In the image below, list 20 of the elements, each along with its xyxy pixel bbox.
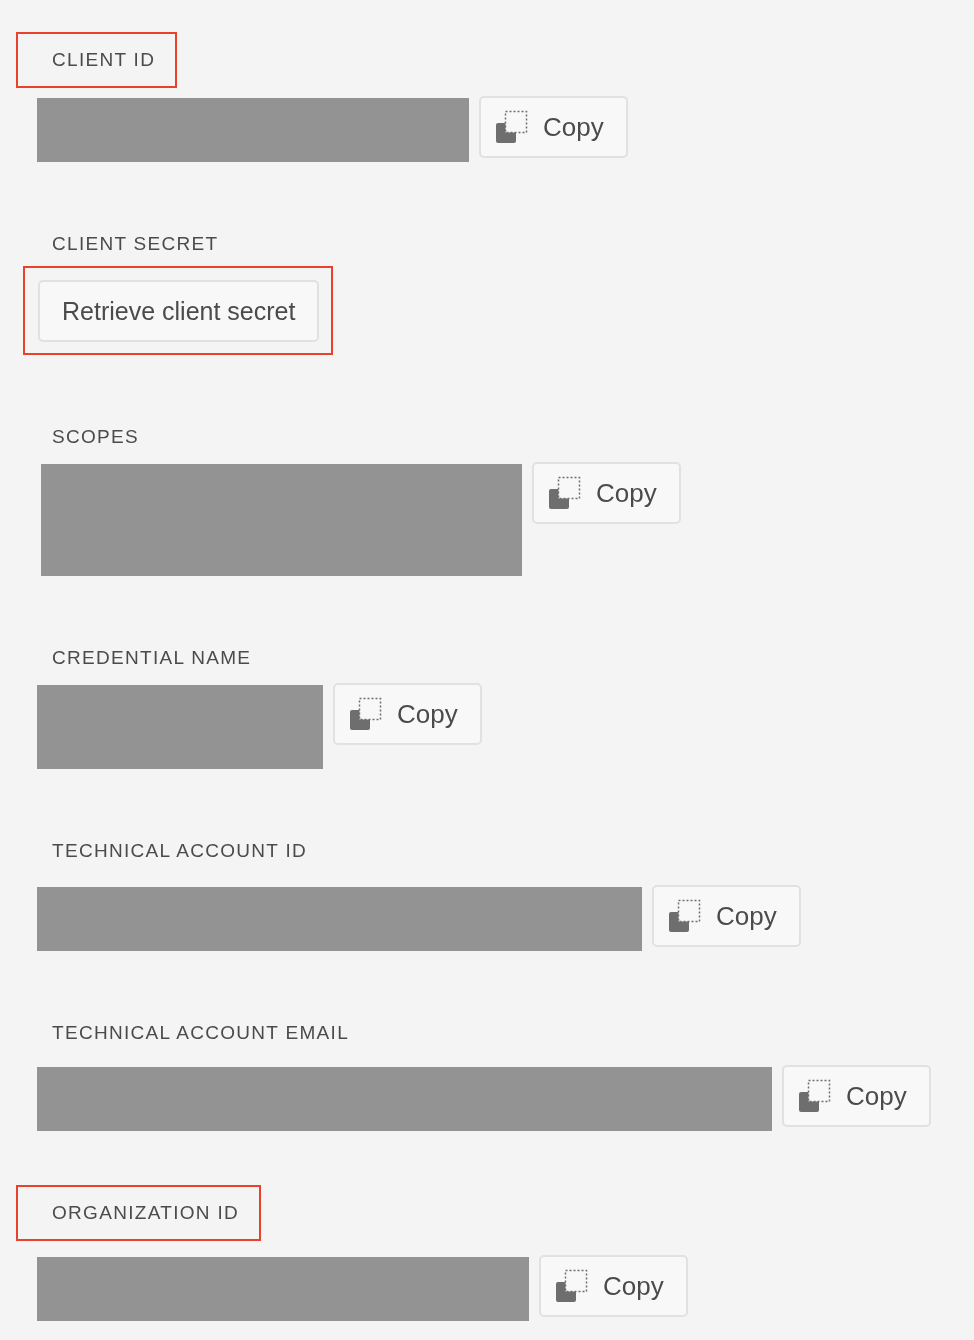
field-label: TECHNICAL ACCOUNT EMAIL (52, 1023, 349, 1043)
copy-button[interactable]: Copy (652, 885, 801, 947)
copy-button[interactable]: Copy (532, 462, 681, 524)
copy-button[interactable]: Copy (539, 1255, 688, 1317)
field-label: CLIENT ID (52, 49, 156, 70)
field-label: CREDENTIAL NAME (52, 648, 252, 668)
copy-icon (555, 1269, 589, 1303)
copy-icon (798, 1079, 832, 1113)
field-label: TECHNICAL ACCOUNT ID (52, 841, 308, 861)
copy-button[interactable]: Copy (333, 683, 482, 745)
field-label: SCOPES (52, 427, 139, 447)
field-label: CLIENT SECRET (52, 234, 219, 254)
field-label: ORGANIZATION ID (52, 1202, 239, 1223)
retrieve-secret-button[interactable]: Retrieve client secret (38, 280, 320, 342)
copy-icon (495, 110, 529, 144)
copy-icon (548, 476, 582, 510)
copy-icon (668, 899, 702, 933)
copy-icon (349, 697, 383, 731)
copy-button[interactable]: Copy (479, 96, 628, 158)
copy-button[interactable]: Copy (782, 1065, 931, 1127)
